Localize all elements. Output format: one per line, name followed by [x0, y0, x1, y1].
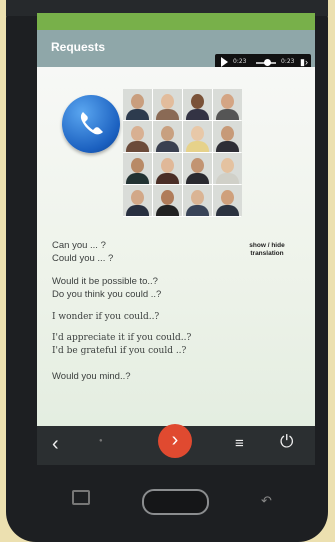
menu-icon[interactable]: ≡: [235, 436, 244, 451]
elapsed-time: 0:23: [233, 58, 247, 65]
phrase-item: I'd be grateful if you could ..?: [52, 346, 187, 356]
back-key-icon[interactable]: ↶: [261, 493, 272, 509]
people-photo-grid: [123, 89, 242, 217]
toggle-line-2: translation: [250, 250, 284, 257]
show-hide-translation-button[interactable]: show / hide translation: [237, 242, 297, 258]
person-photo: [213, 121, 242, 152]
phrase-item: Would it be possible to..?: [52, 276, 158, 287]
person-photo: [183, 89, 212, 120]
person-photo: [153, 153, 182, 184]
person-photo: [183, 185, 212, 216]
seek-bar[interactable]: [256, 59, 276, 66]
phrase-item: Would you mind..?: [52, 371, 131, 382]
home-button[interactable]: [142, 489, 209, 515]
phrase-item: I wonder if you could..?: [52, 312, 160, 322]
phone-handset-icon: [80, 112, 103, 135]
person-photo: [183, 121, 212, 152]
person-photo: [123, 89, 152, 120]
person-photo: [213, 153, 242, 184]
person-photo: [183, 153, 212, 184]
person-photo: [213, 89, 242, 120]
speaker-icon[interactable]: ▮›: [300, 58, 308, 67]
person-photo: [123, 121, 152, 152]
phone-device: Requests 0:23 0:23 ▮› show / hide transl…: [6, 0, 328, 542]
call-button[interactable]: [62, 95, 120, 153]
top-banner-strip: [37, 13, 315, 30]
play-icon[interactable]: [221, 57, 228, 67]
total-time: 0:23: [281, 58, 295, 65]
person-photo: [153, 121, 182, 152]
phrase-item: Can you ... ?: [52, 240, 106, 251]
seek-handle[interactable]: [264, 59, 271, 66]
power-icon[interactable]: ⏻: [280, 433, 293, 450]
phrase-item: Do you think you could ..?: [52, 289, 162, 300]
phrase-item: I'd appreciate it if you could..?: [52, 333, 192, 343]
person-photo: [153, 89, 182, 120]
app-screen: Requests 0:23 0:23 ▮› show / hide transl…: [37, 13, 315, 465]
person-photo: [153, 185, 182, 216]
next-button[interactable]: ›: [158, 424, 192, 458]
toggle-line-1: show / hide: [249, 242, 285, 249]
page-dot: ●: [99, 438, 103, 444]
person-photo: [213, 185, 242, 216]
phrase-item: Could you ... ?: [52, 253, 114, 264]
chevron-left-icon[interactable]: ‹: [52, 434, 59, 454]
bottom-nav-bar: ‹ ● › ≡ ⏻: [37, 424, 315, 465]
recent-apps-key[interactable]: [72, 490, 90, 505]
person-photo: [123, 153, 152, 184]
person-photo: [123, 185, 152, 216]
app-header: Requests 0:23 0:23 ▮›: [37, 30, 315, 71]
page-title: Requests: [51, 40, 106, 54]
